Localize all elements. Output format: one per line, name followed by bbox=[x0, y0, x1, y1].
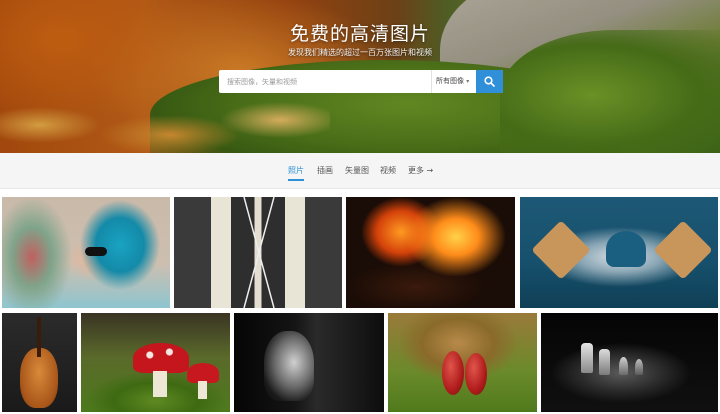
tab-videos[interactable]: 视频 bbox=[380, 165, 396, 176]
road-lines bbox=[243, 197, 275, 308]
chess-king bbox=[581, 343, 593, 373]
search-bar: 所有图像 ▾ bbox=[219, 70, 503, 93]
category-select[interactable]: 所有图像 ▾ bbox=[431, 70, 475, 93]
cracker-right bbox=[653, 220, 713, 280]
tab-photos[interactable]: 照片 bbox=[288, 165, 304, 181]
chestnut-2 bbox=[465, 353, 487, 395]
cracker-left bbox=[531, 220, 591, 280]
violin-body bbox=[20, 348, 58, 408]
girl-silhouette bbox=[264, 331, 314, 401]
mushroom-stem-1 bbox=[153, 371, 167, 397]
search-icon bbox=[484, 76, 495, 87]
photo-violin[interactable] bbox=[2, 313, 77, 412]
chess-pawn bbox=[619, 357, 628, 375]
mushroom-cap-2 bbox=[187, 363, 219, 383]
search-input[interactable] bbox=[219, 70, 431, 93]
media-type-tabs: 照片 插画 矢量图 视频 更多 → bbox=[0, 153, 720, 189]
photo-chestnuts[interactable] bbox=[388, 313, 537, 412]
chestnut-1 bbox=[442, 351, 464, 395]
photo-chess-pieces[interactable] bbox=[541, 313, 718, 412]
tab-illustrations[interactable]: 插画 bbox=[317, 165, 333, 176]
category-select-label: 所有图像 bbox=[436, 77, 464, 85]
hero-subtitle: 发现我们精选的超过一百万张图片和视频 bbox=[288, 48, 432, 57]
violin-neck bbox=[37, 317, 41, 357]
chess-queen bbox=[599, 349, 610, 375]
chess-pawn-2 bbox=[635, 359, 643, 375]
search-button[interactable] bbox=[476, 70, 503, 93]
photo-road-markings[interactable] bbox=[174, 197, 342, 308]
photo-heart-crackers[interactable] bbox=[520, 197, 718, 308]
photo-fire-embers[interactable] bbox=[346, 197, 515, 308]
mushroom-cap-1 bbox=[133, 343, 189, 373]
tab-more[interactable]: 更多 → bbox=[408, 165, 433, 176]
photo-woman-blue-hair[interactable] bbox=[2, 197, 170, 308]
chevron-down-icon: ▾ bbox=[466, 78, 470, 85]
hero-banner: 免费的高清图片 发现我们精选的超过一百万张图片和视频 所有图像 ▾ bbox=[0, 0, 720, 153]
heart-shape bbox=[606, 231, 646, 267]
hero-title: 免费的高清图片 bbox=[289, 23, 430, 45]
mushroom-stem-2 bbox=[198, 381, 207, 399]
photo-girl-portrait-bw[interactable] bbox=[234, 313, 384, 412]
sunglasses bbox=[85, 247, 107, 256]
tab-vectors[interactable]: 矢量图 bbox=[345, 165, 369, 176]
photo-red-mushrooms[interactable] bbox=[81, 313, 230, 412]
